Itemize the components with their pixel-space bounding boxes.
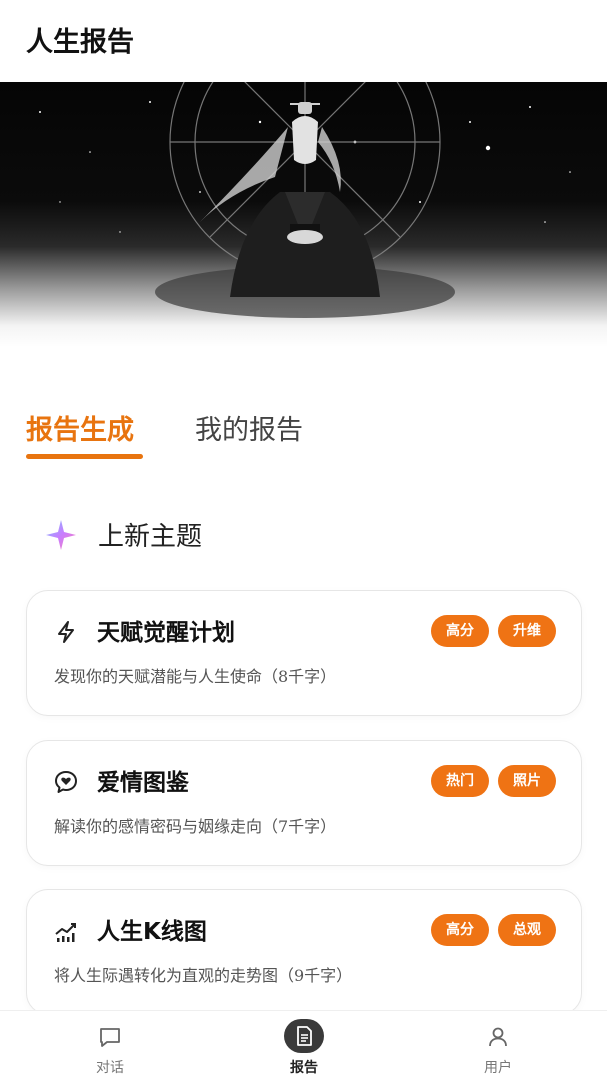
badge: 总观 [498,914,556,946]
nav-label: 对话 [96,1060,124,1076]
card-title: 天赋觉醒计划 [97,620,235,646]
card-description: 发现你的天赋潜能与人生使命（8千字） [54,667,337,686]
report-tabs: 报告生成 我的报告 [0,400,607,464]
badge: 高分 [431,615,489,647]
user-icon [489,1027,507,1047]
nav-label: 用户 [484,1060,512,1076]
card-title: 人生K线图 [97,919,207,945]
heart-chat-icon [55,771,77,793]
bottom-navigation: 对话 报告 用户 [0,1010,607,1080]
card-title: 爱情图鉴 [97,770,189,796]
tab-my-reports[interactable]: 我的报告 [195,408,303,447]
page-title: 人生报告 [26,27,134,58]
nav-item-chat[interactable]: 对话 [50,1011,170,1080]
nav-label: 报告 [290,1060,318,1076]
nav-item-report[interactable]: 报告 [244,1011,364,1080]
card-description: 将人生际遇转化为直观的走势图（9千字） [54,966,353,985]
theme-card-love[interactable]: 爱情图鉴 热门 照片 解读你的感情密码与姻缘走向（7千字） [26,740,582,866]
chat-icon [100,1028,120,1047]
badge: 高分 [431,914,489,946]
lightning-icon [58,621,74,643]
active-tab-underline [26,454,143,459]
nav-item-user[interactable]: 用户 [438,1011,558,1080]
card-description: 解读你的感情密码与姻缘走向（7千字） [54,817,337,836]
badge: 热门 [431,765,489,797]
theme-card-talent[interactable]: 天赋觉醒计划 高分 升维 发现你的天赋潜能与人生使命（8千字） [26,590,582,716]
hero-banner-image [0,82,607,347]
sparkle-star-icon [46,520,76,550]
section-title: 上新主题 [98,522,203,552]
theme-card-kline[interactable]: 人生K线图 高分 总观 将人生际遇转化为直观的走势图（9千字） [26,889,582,1015]
app-header: 人生报告 [0,0,607,82]
tab-report-generate[interactable]: 报告生成 [26,408,134,447]
badge: 升维 [498,615,556,647]
document-icon [297,1026,312,1046]
meditating-figure-illustration [39,82,571,318]
badge: 照片 [498,765,556,797]
trend-chart-icon [55,923,76,942]
